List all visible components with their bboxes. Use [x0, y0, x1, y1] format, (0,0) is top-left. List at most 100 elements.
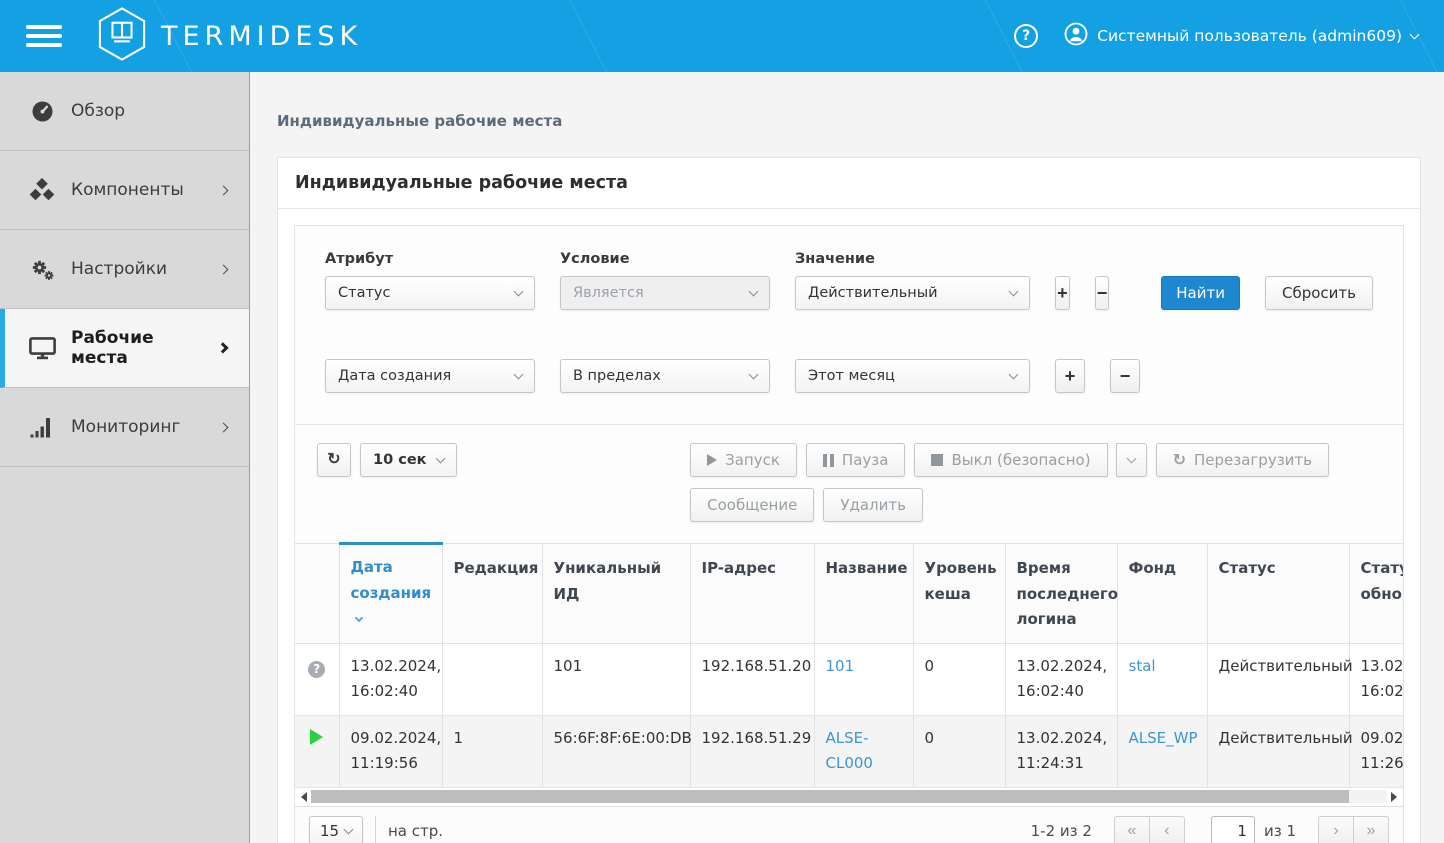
pool-link[interactable]: ALSE_WP	[1129, 729, 1198, 747]
sort-desc-icon	[354, 614, 362, 622]
cell-unique-id: 56:6F:8F:6E:00:DB	[542, 715, 690, 787]
sidebar-item-components[interactable]: Компоненты	[0, 151, 249, 230]
value-label: Значение	[795, 251, 1030, 267]
delete-button-label: Удалить	[840, 496, 906, 514]
chevron-right-icon	[219, 185, 229, 195]
sidebar: Обзор Компоненты	[0, 72, 250, 843]
next-page-button[interactable]: ›	[1318, 816, 1354, 843]
sidebar-item-workplaces[interactable]: Рабочие места	[0, 309, 249, 388]
user-menu[interactable]: Системный пользователь (admin609)	[1064, 22, 1418, 50]
help-icon[interactable]: ?	[1014, 24, 1038, 48]
start-button[interactable]: Запуск	[690, 443, 797, 477]
cell-revision: 1	[442, 715, 542, 787]
scroll-left-icon[interactable]	[301, 792, 307, 802]
condition-select-2[interactable]: В пределах	[560, 359, 770, 393]
chevron-down-icon	[749, 369, 759, 379]
column-header-cache-level[interactable]: Уровень кеша	[913, 544, 1005, 644]
sidebar-item-label: Настройки	[71, 259, 167, 279]
page-number-input[interactable]	[1211, 816, 1255, 843]
poweroff-dropdown-button[interactable]	[1116, 443, 1147, 477]
workplace-name-link[interactable]: 101	[826, 657, 855, 675]
attribute-select-value: Статус	[338, 285, 390, 301]
cell-created: 13.02.2024, 16:02:40	[339, 643, 442, 715]
poweroff-button-label: Выкл (безопасно)	[951, 451, 1090, 469]
value-select[interactable]: Действительный	[795, 276, 1030, 310]
last-page-button[interactable]: »	[1353, 816, 1389, 843]
sidebar-item-label: Рабочие места	[71, 328, 204, 368]
chevron-down-icon	[514, 286, 524, 296]
cell-status-updated: 09.02.2024, 11:26	[1349, 715, 1403, 787]
chevron-down-icon	[1410, 29, 1420, 39]
attribute-select[interactable]: Статус	[325, 276, 535, 310]
chevron-down-icon	[1126, 453, 1136, 463]
scrollbar-track[interactable]	[311, 790, 1387, 803]
workplace-name-link[interactable]: ALSE-CL000	[826, 729, 873, 773]
page-size-value: 15	[320, 822, 339, 840]
search-button[interactable]: Найти	[1161, 276, 1240, 310]
add-filter-button-2[interactable]: +	[1055, 359, 1085, 393]
column-header-revision[interactable]: Редакция	[442, 544, 542, 644]
user-name: Системный пользователь (admin609)	[1097, 27, 1402, 45]
column-header-name[interactable]: Название	[814, 544, 913, 644]
settings-icon	[28, 258, 56, 281]
refresh-button[interactable]: ↻	[317, 443, 351, 477]
prev-page-button[interactable]: ‹	[1149, 816, 1185, 843]
attribute-select-2[interactable]: Дата создания	[325, 359, 535, 393]
play-icon	[707, 454, 717, 466]
message-button-label: Сообщение	[707, 496, 797, 514]
refresh-icon: ↻	[327, 452, 340, 468]
column-header-pool[interactable]: Фонд	[1117, 544, 1207, 644]
reset-button[interactable]: Сбросить	[1265, 276, 1373, 310]
column-header-last-login[interactable]: Время последнего логина	[1005, 544, 1117, 644]
page-size-select[interactable]: 15	[309, 816, 363, 843]
column-header-status[interactable]: Статус	[1207, 544, 1349, 644]
refresh-icon: ↻	[1173, 452, 1186, 468]
user-avatar-icon	[1064, 22, 1088, 50]
first-page-button[interactable]: «	[1114, 816, 1150, 843]
pagination-bar: 15 на стр. 1-2 из 2 « ‹ из 1	[295, 806, 1403, 843]
chevron-down-icon	[1009, 369, 1019, 379]
table-row[interactable]: ? 13.02.2024, 16:02:40 101 192.168.51.20…	[295, 643, 1403, 715]
sidebar-item-monitoring[interactable]: Мониторинг	[0, 388, 249, 467]
reboot-button-label: Перезагрузить	[1194, 451, 1312, 469]
message-button[interactable]: Сообщение	[690, 488, 814, 522]
remove-filter-button[interactable]: −	[1095, 276, 1110, 310]
refresh-interval-select[interactable]: 10 сек	[360, 443, 457, 477]
topbar: TERMIDESK ? Системный пользователь (admi…	[0, 0, 1444, 72]
scrollbar-thumb[interactable]	[311, 790, 1349, 803]
poweroff-button[interactable]: Выкл (безопасно)	[914, 443, 1107, 477]
delete-button[interactable]: Удалить	[823, 488, 923, 522]
add-filter-button[interactable]: +	[1055, 276, 1070, 310]
column-header-created[interactable]: Дата создания	[339, 544, 442, 644]
scroll-right-icon[interactable]	[1391, 792, 1397, 802]
sidebar-item-overview[interactable]: Обзор	[0, 72, 249, 151]
column-header-ip[interactable]: IP-адрес	[690, 544, 814, 644]
column-header-status-updated[interactable]: Статус обновления	[1349, 544, 1403, 644]
cell-status: Действительный	[1207, 643, 1349, 715]
divider	[375, 816, 376, 843]
column-header-unique-id[interactable]: Уникальный ИД	[542, 544, 690, 644]
reboot-button[interactable]: ↻ Перезагрузить	[1156, 443, 1329, 477]
chevron-down-icon	[1009, 286, 1019, 296]
column-header-label: Дата создания	[351, 558, 432, 602]
table-panel: Атрибут Статус Условие Является	[294, 225, 1404, 843]
condition-label: Условие	[560, 251, 770, 267]
cell-last-login: 13.02.2024, 16:02:40	[1005, 643, 1117, 715]
attribute-label: Атрибут	[325, 251, 535, 267]
sidebar-item-settings[interactable]: Настройки	[0, 230, 249, 309]
chevron-down-icon	[344, 824, 354, 834]
hamburger-menu-icon[interactable]	[26, 25, 62, 47]
workplaces-table: Дата создания Редакция Уникальный ИД IP-…	[295, 542, 1403, 788]
pool-link[interactable]: stal	[1129, 657, 1156, 675]
workplaces-icon	[28, 337, 56, 360]
attribute-select-2-value: Дата создания	[338, 368, 451, 384]
remove-filter-button-2[interactable]: −	[1110, 359, 1140, 393]
main-content: Индивидуальные рабочие места Индивидуаль…	[250, 72, 1444, 843]
cell-ip: 192.168.51.20	[690, 643, 814, 715]
chevron-down-icon	[514, 369, 524, 379]
value-select-2[interactable]: Этот месяц	[795, 359, 1030, 393]
pause-button[interactable]: Пауза	[806, 443, 906, 477]
table-row[interactable]: 09.02.2024, 11:19:56 1 56:6F:8F:6E:00:DB…	[295, 715, 1403, 787]
pause-icon	[823, 454, 827, 467]
sidebar-item-label: Обзор	[71, 101, 125, 121]
